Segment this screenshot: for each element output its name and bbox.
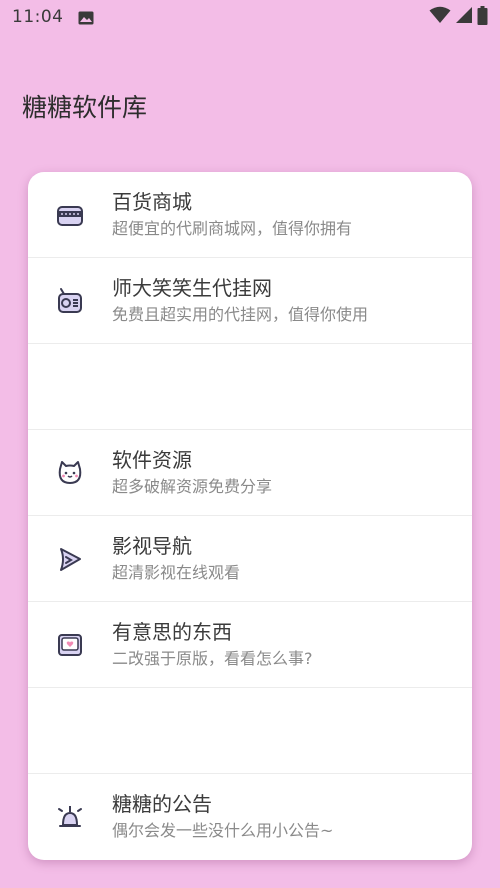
store-icon bbox=[54, 199, 86, 231]
item-subtitle: 超便宜的代刷商城网，值得你拥有 bbox=[112, 218, 353, 238]
empty-row bbox=[28, 688, 472, 774]
item-subtitle: 二改强于原版，看看怎么事? bbox=[112, 648, 313, 668]
radio-icon bbox=[54, 285, 86, 317]
battery-icon bbox=[477, 5, 488, 29]
item-subtitle: 超清影视在线观看 bbox=[112, 562, 241, 582]
item-title: 影视导航 bbox=[112, 533, 192, 558]
item-title: 有意思的东西 bbox=[112, 619, 232, 644]
play-icon bbox=[54, 543, 86, 575]
item-subtitle: 偶尔会发一些没什么用小公告~ bbox=[112, 821, 334, 840]
menu-item-video[interactable]: 影视导航 超清影视在线观看 bbox=[28, 516, 472, 602]
item-title: 师大笑笑生代挂网 bbox=[112, 275, 272, 300]
app-title: 糖糖软件库 bbox=[22, 93, 148, 122]
status-icons bbox=[429, 5, 488, 29]
item-title: 糖糖的公告 bbox=[112, 792, 212, 816]
bell-icon bbox=[54, 801, 86, 833]
status-time: 11:04 bbox=[12, 7, 64, 27]
cat-icon bbox=[54, 457, 86, 489]
menu-item-store[interactable]: 百货商城 超便宜的代刷商城网，值得你拥有 bbox=[28, 172, 472, 258]
menu-card: 百货商城 超便宜的代刷商城网，值得你拥有 师大笑笑生代挂网 免费且超实用的代挂网… bbox=[28, 172, 472, 860]
photo-icon bbox=[78, 10, 94, 25]
signal-icon bbox=[455, 6, 473, 28]
menu-item-daigua[interactable]: 师大笑笑生代挂网 免费且超实用的代挂网，值得你使用 bbox=[28, 258, 472, 344]
menu-item-notice[interactable]: 糖糖的公告 偶尔会发一些没什么用小公告~ bbox=[28, 774, 472, 860]
wifi-icon bbox=[429, 6, 451, 28]
empty-row bbox=[28, 344, 472, 430]
heart-box-icon bbox=[54, 629, 86, 661]
menu-item-software[interactable]: 软件资源 超多破解资源免费分享 bbox=[28, 430, 472, 516]
item-subtitle: 免费且超实用的代挂网，值得你使用 bbox=[112, 304, 369, 324]
item-title: 软件资源 bbox=[112, 447, 192, 472]
menu-item-fun[interactable]: 有意思的东西 二改强于原版，看看怎么事? bbox=[28, 602, 472, 688]
item-subtitle: 超多破解资源免费分享 bbox=[112, 476, 273, 496]
item-title: 百货商城 bbox=[112, 189, 192, 214]
status-bar: 11:04 bbox=[0, 0, 500, 34]
